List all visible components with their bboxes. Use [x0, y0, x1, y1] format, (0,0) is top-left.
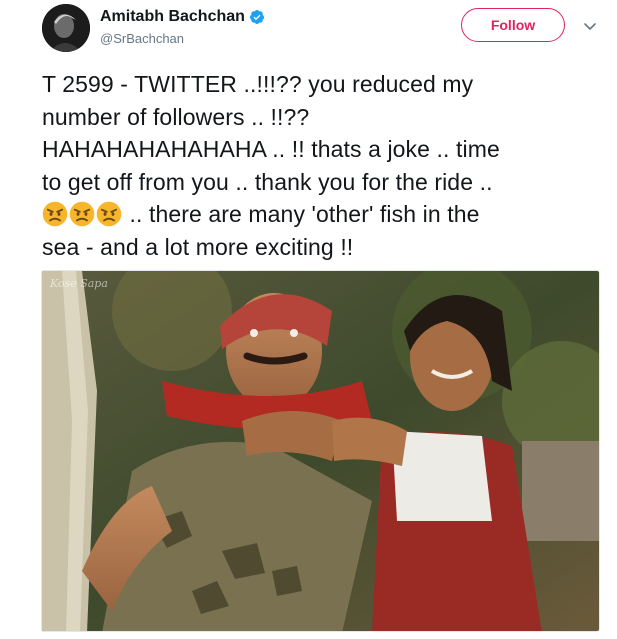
tweet-line: T 2599 - TWITTER ..!!!?? you reduced my	[42, 71, 474, 97]
image-watermark: Kose Sapa	[50, 277, 108, 290]
tweet-line: to get off from you .. thank you for the…	[42, 168, 493, 195]
follow-button[interactable]: Follow	[461, 8, 565, 42]
user-handle[interactable]: @SrBachchan	[100, 31, 184, 46]
angry-face-icon	[42, 201, 68, 227]
name-row: Amitabh Bachchan	[100, 8, 265, 26]
angry-face-icon	[96, 201, 122, 227]
tweet-line-with-emoji: .. there are many 'other' fish in the	[42, 198, 612, 231]
tweet-line: .. there are many 'other' fish in the	[123, 201, 480, 227]
avatar-photo-icon	[42, 4, 90, 52]
tweet-header: Amitabh Bachchan @SrBachchan Follow	[0, 0, 617, 62]
tweet-line: number of followers .. !!??	[42, 103, 310, 130]
tweet-line: sea - and a lot more exciting !!	[42, 233, 354, 260]
avatar[interactable]	[42, 4, 90, 52]
verified-badge-icon	[249, 10, 264, 24]
tweet-line: HAHAHAHAHAHAHA .. !! thats a joke .. tim…	[42, 136, 500, 162]
chevron-down-icon[interactable]	[582, 18, 598, 34]
tweet-text: T 2599 - TWITTER ..!!!?? you reduced my …	[42, 68, 612, 263]
film-still-image-icon	[42, 271, 599, 631]
display-name[interactable]: Amitabh Bachchan	[100, 8, 245, 26]
angry-face-icon	[69, 201, 95, 227]
tweet-media-image[interactable]: Kose Sapa	[41, 270, 600, 632]
